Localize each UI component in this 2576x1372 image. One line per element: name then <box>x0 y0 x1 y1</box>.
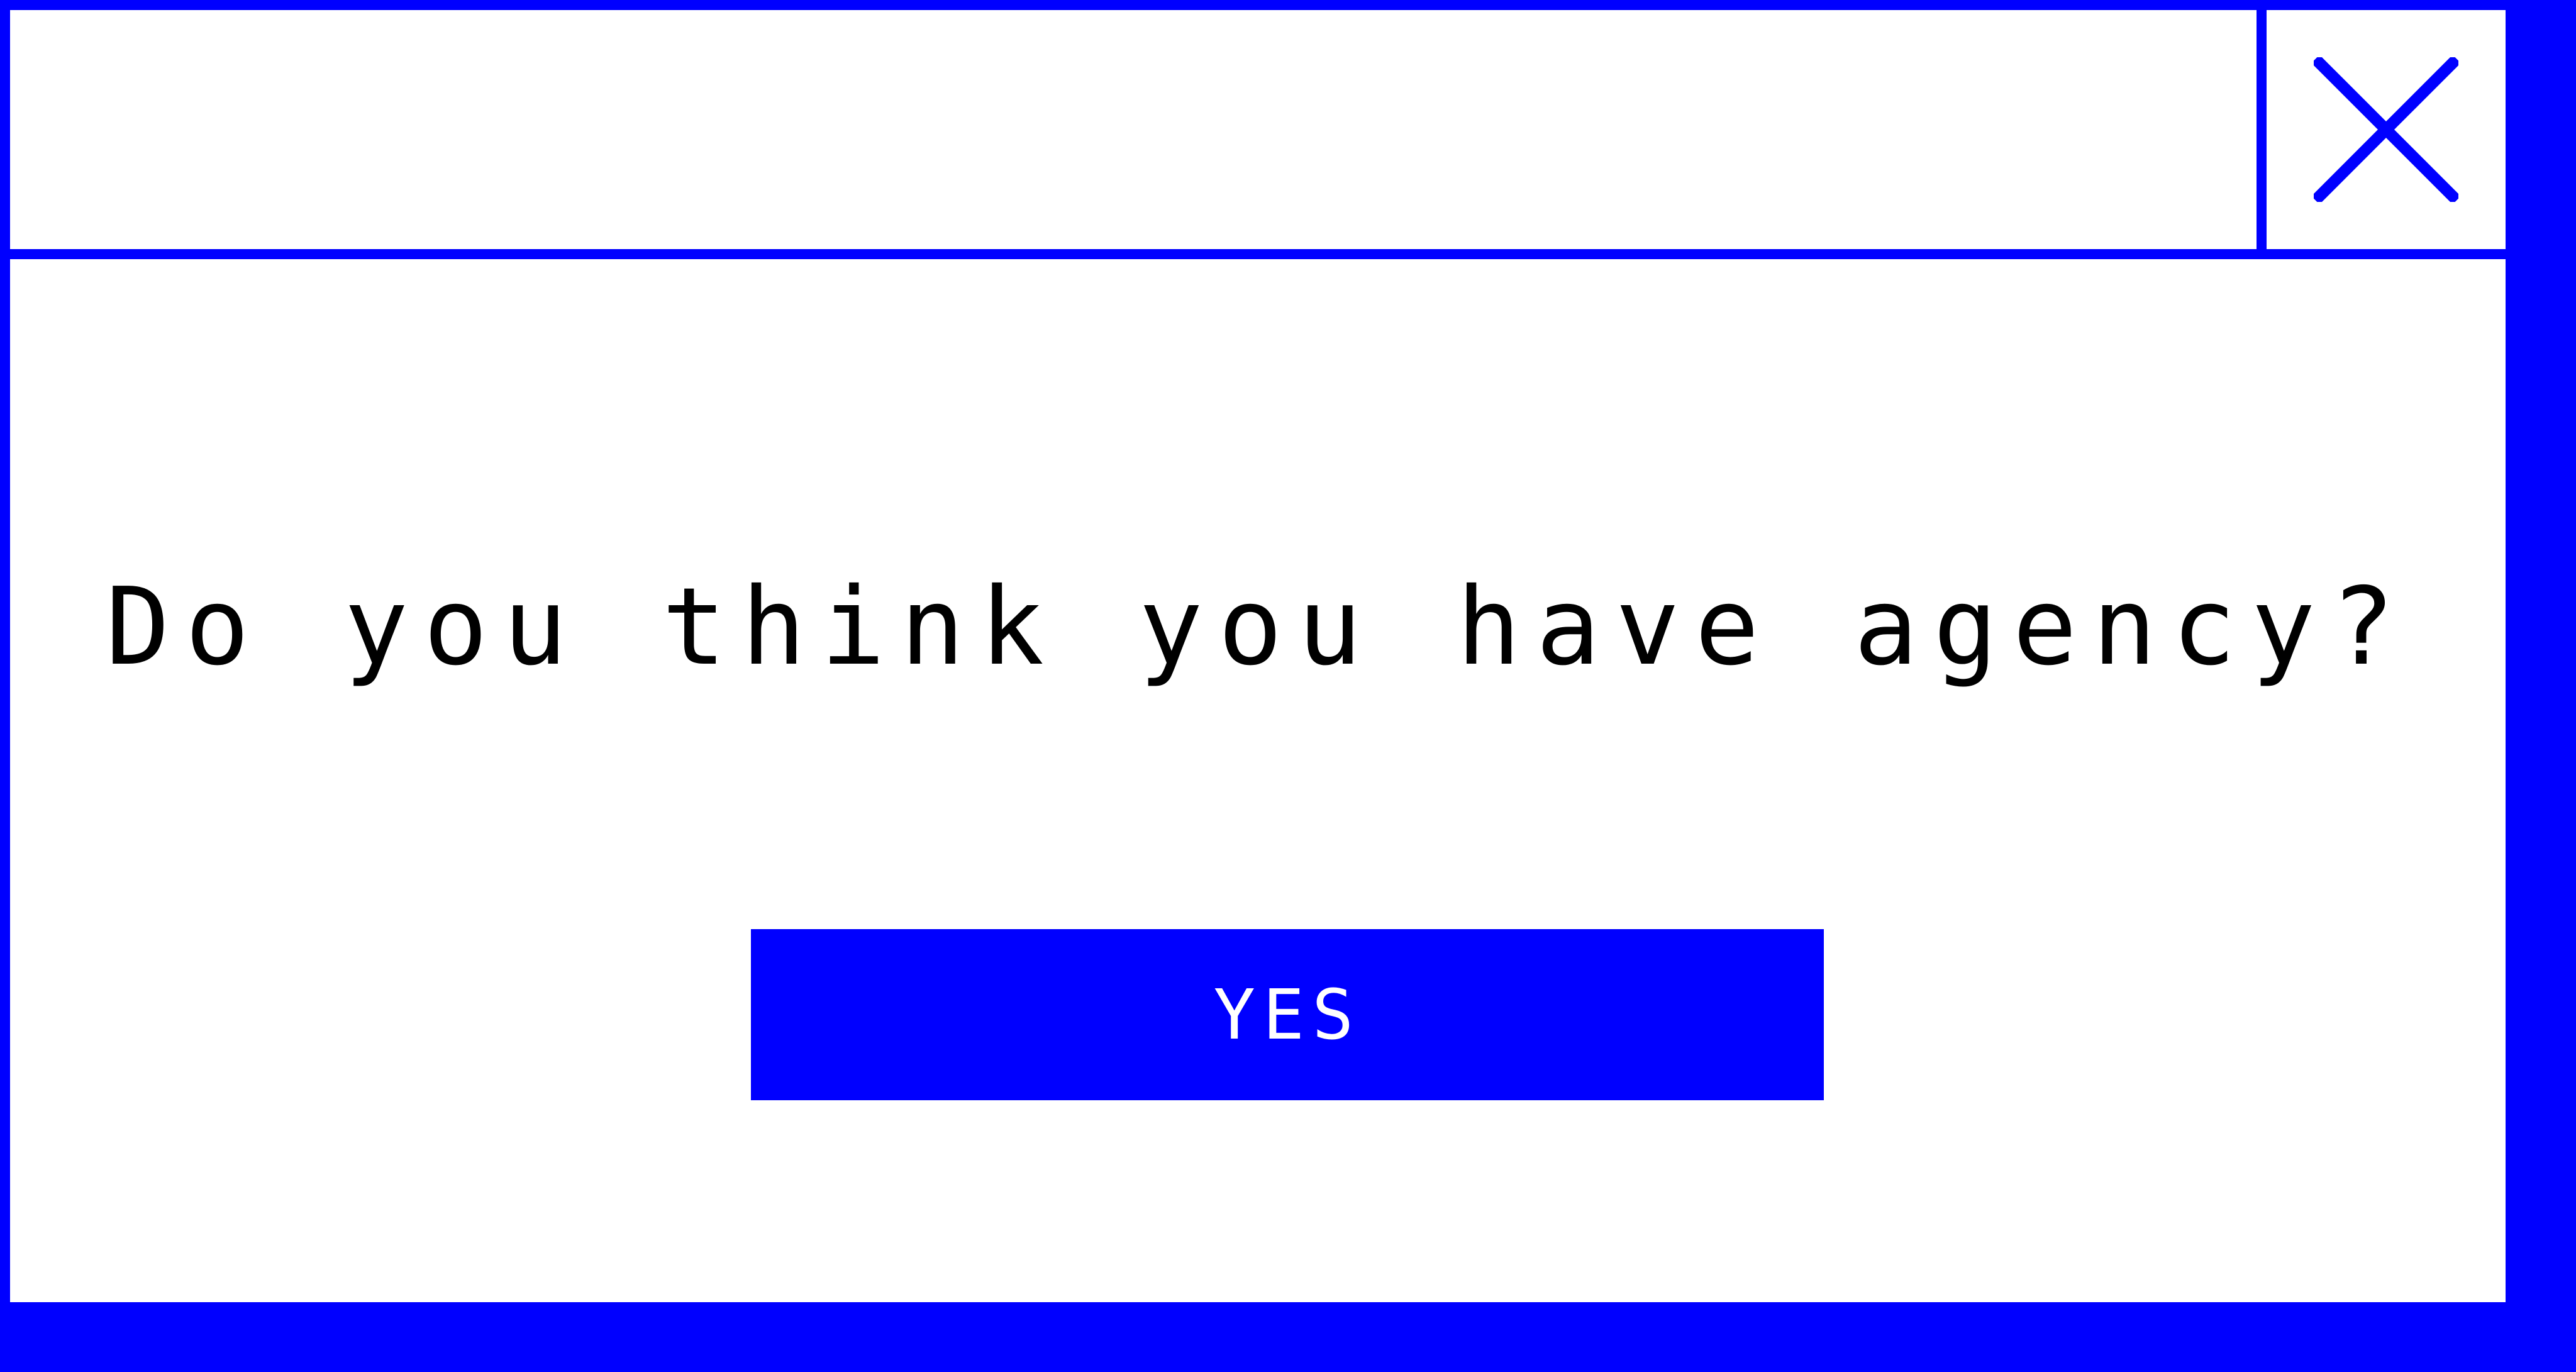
yes-button[interactable]: YES <box>751 929 1824 1100</box>
dialog-question: Do you think you have agency? <box>105 565 2411 689</box>
close-button[interactable] <box>2267 10 2506 249</box>
dialog-content: Do you think you have agency? YES <box>10 259 2506 1302</box>
title-bar-divider <box>10 249 2506 259</box>
dialog-window: Do you think you have agency? YES <box>10 10 2506 1302</box>
title-bar <box>10 10 2506 249</box>
title-bar-separator <box>2257 10 2267 249</box>
close-icon <box>2314 57 2458 202</box>
